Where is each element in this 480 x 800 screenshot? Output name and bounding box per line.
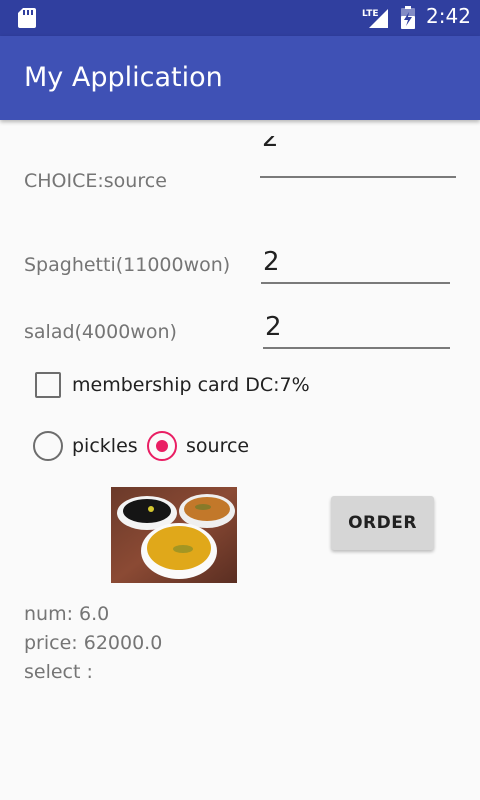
source-radio-label[interactable]: source bbox=[186, 435, 249, 457]
num-result: num: 6.0 bbox=[24, 603, 110, 625]
spaghetti-quantity-field[interactable]: 2 bbox=[261, 242, 450, 284]
spaghetti-label: Spaghetti(11000won) bbox=[24, 254, 231, 276]
spaghetti-quantity-value: 2 bbox=[263, 247, 280, 277]
pickles-radio-label[interactable]: pickles bbox=[72, 435, 138, 457]
choice-field-value: 2 bbox=[262, 136, 279, 153]
salad-quantity-field[interactable]: 2 bbox=[263, 307, 450, 349]
source-radio[interactable] bbox=[147, 431, 177, 461]
choice-field[interactable]: 2 bbox=[260, 136, 456, 178]
membership-label: membership card DC:7% bbox=[72, 374, 310, 396]
app-bar: My Application bbox=[0, 36, 480, 120]
salad-quantity-value: 2 bbox=[265, 312, 282, 342]
status-bar: LTE 2:42 bbox=[0, 0, 480, 36]
order-button[interactable]: ORDER bbox=[331, 496, 434, 550]
choice-label: CHOICE:source bbox=[24, 170, 167, 192]
sauce-bowls-image bbox=[111, 487, 237, 583]
app-title: My Application bbox=[24, 62, 223, 93]
svg-text:LTE: LTE bbox=[362, 9, 379, 19]
sd-card-icon bbox=[18, 8, 36, 28]
salad-label: salad(4000won) bbox=[24, 321, 177, 343]
battery-icon bbox=[401, 6, 415, 29]
pickles-radio[interactable] bbox=[33, 431, 63, 461]
status-time: 2:42 bbox=[426, 4, 471, 28]
membership-checkbox[interactable] bbox=[35, 372, 61, 398]
radio-selected-dot bbox=[155, 439, 168, 452]
lte-signal-icon: LTE bbox=[362, 9, 388, 28]
select-result: select : bbox=[24, 661, 93, 683]
price-result: price: 62000.0 bbox=[24, 632, 163, 654]
